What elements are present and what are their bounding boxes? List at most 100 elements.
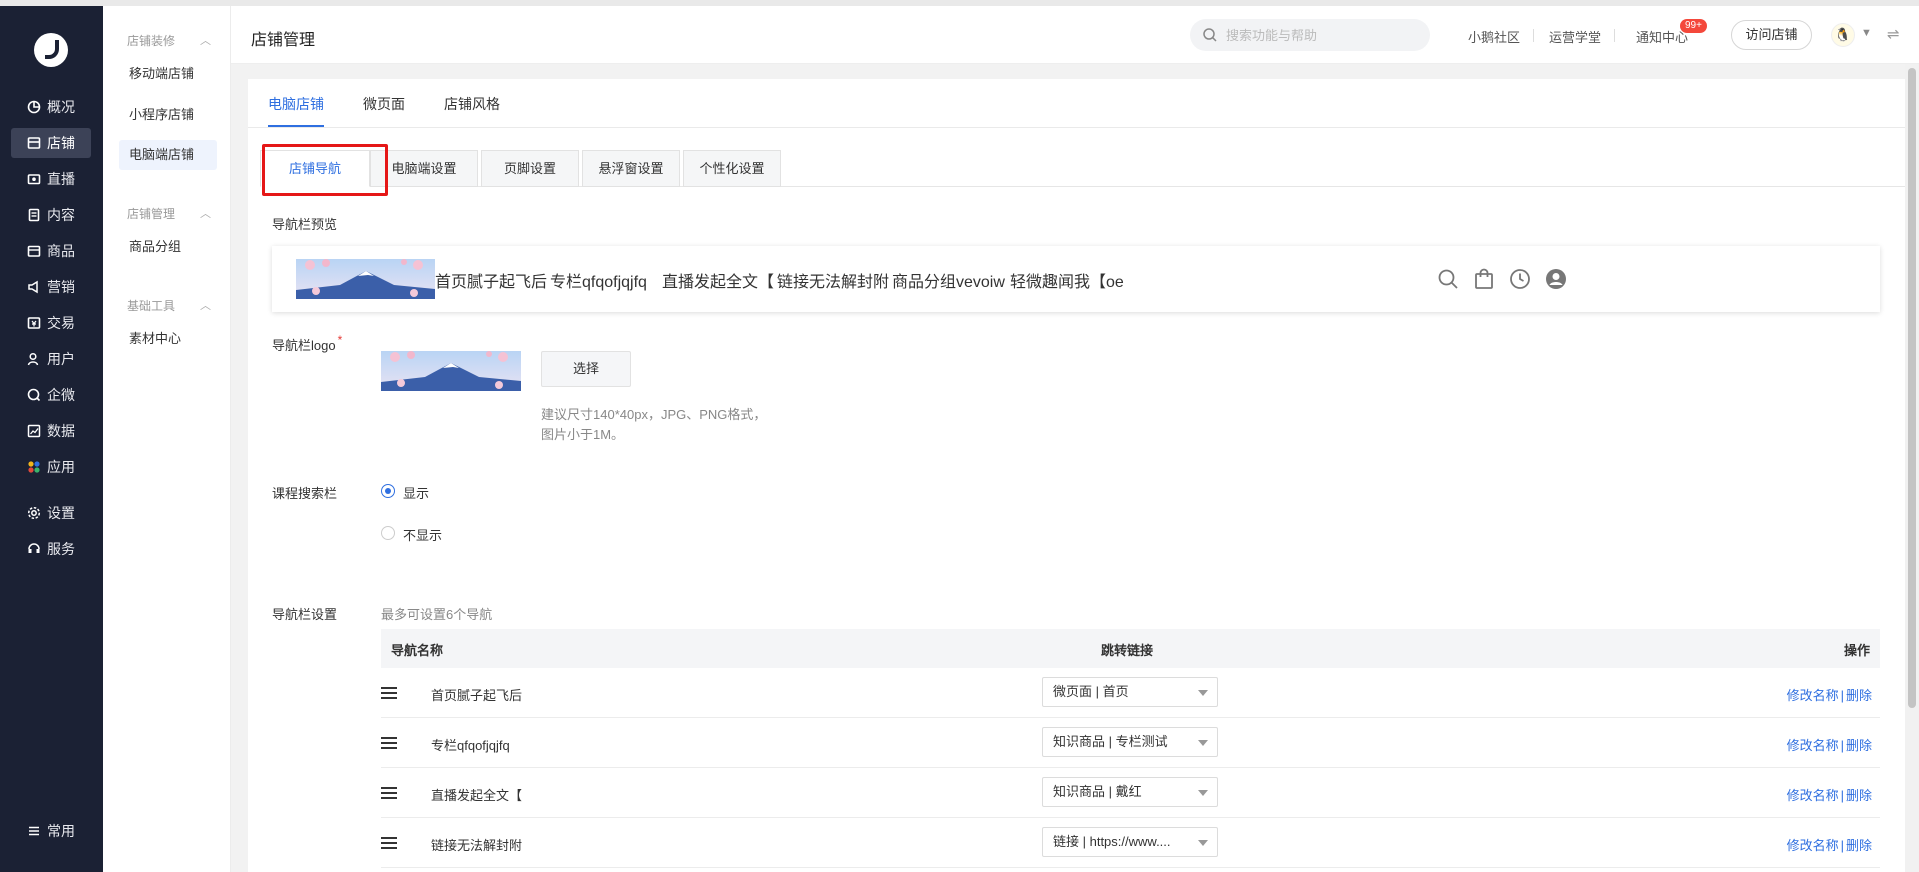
nav-item-goods[interactable]: 商品 [11,236,91,266]
secondary-sidebar: 店铺装修 ︿ 移动端店铺 小程序店铺 电脑端店铺 店铺管理 ︿ 商品分组 基础工… [103,6,231,872]
swap-icon[interactable]: ⇌ [1887,25,1900,43]
select-logo-button[interactable]: 选择 [541,351,631,387]
group-title-management[interactable]: 店铺管理 ︿ [127,205,211,222]
nav-item-frequent[interactable]: 常用 [11,816,91,846]
radio-show[interactable] [381,484,395,498]
chart-icon [27,424,41,438]
row-actions: 修改名称 | 删除 [1787,735,1872,754]
nav-item-live[interactable]: 直播 [11,164,91,194]
box-icon [27,244,41,258]
nav-item-content[interactable]: 内容 [11,200,91,230]
subtab-float-window[interactable]: 悬浮窗设置 [582,150,680,187]
visit-store-button[interactable]: 访问店铺 [1731,20,1812,50]
nav-item-wecom[interactable]: 企微 [11,380,91,410]
subnav-item-goods-group[interactable]: 商品分组 [119,232,217,262]
subtab-personalize[interactable]: 个性化设置 [683,150,781,187]
nav-item-settings[interactable]: 设置 [11,498,91,528]
radio-hide-label[interactable]: 不显示 [403,525,442,544]
nav-item-marketing[interactable]: 营销 [11,272,91,302]
active-tab-indicator [268,125,324,127]
delete-link[interactable]: 删除 [1846,688,1872,703]
drag-handle-icon[interactable] [381,737,397,749]
link-select[interactable]: 链接 | https://www.... [1042,827,1218,857]
main-sidebar: 概况 店铺 直播 内容 商品 营销 交易 用户 企微 数据 应用 设置 服务 常… [0,6,103,872]
user-icon [27,352,41,366]
divider [1533,29,1534,42]
group-title-decoration[interactable]: 店铺装修 ︿ [127,32,211,49]
page-title: 店铺管理 [251,32,316,49]
nav-label: 内容 [47,207,75,223]
nav-label: 店铺 [47,135,75,151]
delete-link[interactable]: 删除 [1846,788,1872,803]
nav-item-service[interactable]: 服务 [11,534,91,564]
rename-link[interactable]: 修改名称 [1787,788,1839,803]
column-header: 导航名称 [391,643,444,658]
subnav-item-material[interactable]: 素材中心 [119,324,217,354]
preview-nav-item: 商品分组vevoiw [892,274,1005,291]
tab-store-style[interactable]: 店铺风格 [444,94,500,114]
caret-down-icon [1198,690,1208,696]
chevron-up-icon: ︿ [200,208,211,220]
column-header: 操作 [1843,643,1870,658]
drag-handle-icon[interactable] [381,687,397,699]
clock-icon [1510,269,1530,289]
rename-link[interactable]: 修改名称 [1787,838,1839,853]
nav-name: 链接无法解封附 [431,838,523,853]
subnav-item-pc[interactable]: 电脑端店铺 [119,140,217,170]
caret-down-icon [1198,790,1208,796]
nav-label: 交易 [47,315,75,331]
caret-down-icon [1198,840,1208,846]
group-title-tools[interactable]: 基础工具 ︿ [127,297,211,314]
scrollbar[interactable] [1905,64,1919,872]
table-row: 直播发起全文【 知识商品 | 戴红 修改名称 | 删除 [381,768,1880,818]
row-actions: 修改名称 | 删除 [1787,685,1872,704]
subtab-footer-settings[interactable]: 页脚设置 [481,150,579,187]
nav-item-users[interactable]: 用户 [11,344,91,374]
delete-link[interactable]: 删除 [1846,838,1872,853]
nav-item-apps[interactable]: 应用 [11,452,91,482]
nav-label: 应用 [47,459,75,475]
search-box[interactable] [1190,19,1430,51]
logo-thumbnail [381,351,521,391]
subtab-pc-settings[interactable]: 电脑端设置 [370,150,478,187]
subtab-store-nav[interactable]: 店铺导航 [260,150,370,187]
pie-chart-icon [27,100,41,114]
required-mark: * [337,333,343,347]
link-community[interactable]: 小鹅社区 [1468,27,1520,46]
chevron-down-icon[interactable]: ▼ [1861,27,1872,39]
avatar[interactable]: 🐧 [1831,23,1855,47]
nav-item-data[interactable]: 数据 [11,416,91,446]
tab-bar: 电脑店铺 微页面 店铺风格 [248,79,1905,128]
nav-settings-label: 导航栏设置 [272,607,338,622]
app-logo[interactable] [34,33,68,67]
nav-item-trade[interactable]: 交易 [11,308,91,338]
rename-link[interactable]: 修改名称 [1787,738,1839,753]
subnav-item-miniprogram[interactable]: 小程序店铺 [119,100,217,130]
nav-item-overview[interactable]: 概况 [11,92,91,122]
tab-pc-store[interactable]: 电脑店铺 [268,94,324,114]
table-row: 链接无法解封附 链接 | https://www.... 修改名称 | 删除 [381,818,1880,868]
scrollbar-thumb[interactable] [1908,68,1916,708]
nav-item-store[interactable]: 店铺 [11,128,91,158]
drag-handle-icon[interactable] [381,787,397,799]
list-icon [27,824,41,838]
radio-show-label[interactable]: 显示 [403,483,429,502]
drag-handle-icon[interactable] [381,837,397,849]
nav-name: 直播发起全文【 [431,788,523,803]
subnav-item-mobile[interactable]: 移动端店铺 [119,59,217,89]
separator: | [1840,688,1844,703]
delete-link[interactable]: 删除 [1846,738,1872,753]
chat-icon [27,388,41,402]
search-input[interactable] [1226,27,1416,43]
rename-link[interactable]: 修改名称 [1787,688,1839,703]
link-select[interactable]: 知识商品 | 戴红 [1042,777,1218,807]
chevron-up-icon: ︿ [200,35,211,47]
preview-nav-item: 轻微趣闻我【oe [1010,274,1124,291]
tab-micro-page[interactable]: 微页面 [363,94,405,114]
nav-label: 用户 [47,351,75,367]
link-select[interactable]: 微页面 | 首页 [1042,677,1218,707]
link-academy[interactable]: 运营学堂 [1549,27,1601,46]
radio-hide[interactable] [381,526,395,540]
link-select[interactable]: 知识商品 | 专栏测试 [1042,727,1218,757]
search-bar-label: 课程搜索栏 [272,486,338,501]
